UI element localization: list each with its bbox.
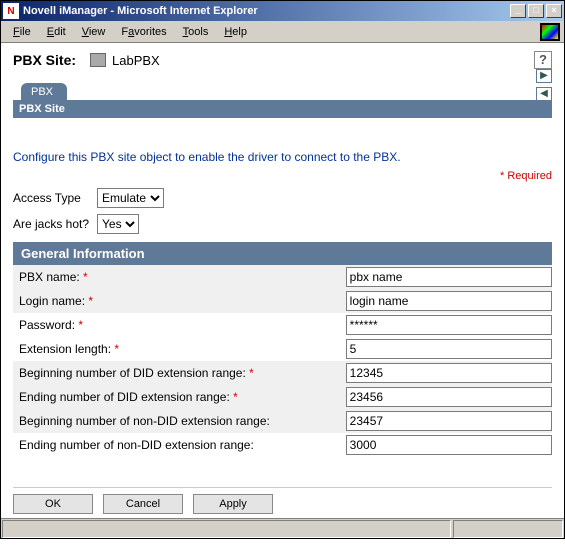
ie-logo-icon: [540, 23, 560, 41]
required-star: *: [249, 366, 254, 380]
maximize-button[interactable]: □: [528, 4, 544, 18]
status-zone: [453, 520, 563, 538]
non-did-begin-input[interactable]: [346, 411, 552, 431]
tab-subheader: PBX Site: [13, 100, 552, 118]
menubar: File Edit View Favorites Tools Help: [1, 21, 564, 43]
extension-length-input[interactable]: [346, 339, 552, 359]
required-star: *: [88, 294, 93, 308]
button-bar: OK Cancel Apply: [13, 487, 552, 514]
pbx-site-icon: [90, 53, 106, 67]
login-name-label: Login name:: [19, 294, 85, 308]
statusbar: [1, 518, 564, 538]
jacks-hot-label: Are jacks hot?: [13, 217, 97, 231]
titlebar: N Novell iManager - Microsoft Internet E…: [1, 1, 564, 21]
access-type-label: Access Type: [13, 191, 97, 205]
pbx-name-label: PBX name:: [19, 270, 80, 284]
jacks-hot-select[interactable]: Yes: [97, 214, 139, 234]
app-window: N Novell iManager - Microsoft Internet E…: [0, 0, 565, 539]
menu-view[interactable]: View: [74, 24, 114, 40]
required-star: *: [233, 390, 238, 404]
pbx-site-label: PBX Site:: [13, 52, 76, 68]
required-star: *: [114, 342, 119, 356]
tab-area: PBX ▶ PBX Site ◀: [13, 83, 552, 118]
menu-favorites[interactable]: Favorites: [113, 24, 174, 40]
tab-nav-left-icon[interactable]: ◀: [536, 87, 552, 101]
login-name-input[interactable]: [346, 291, 552, 311]
extension-length-label: Extension length:: [19, 342, 111, 356]
app-icon: N: [3, 3, 19, 19]
did-end-label: Ending number of DID extension range:: [19, 390, 230, 404]
ok-button[interactable]: OK: [13, 494, 93, 514]
did-end-input[interactable]: [346, 387, 552, 407]
non-did-end-input[interactable]: [346, 435, 552, 455]
menu-edit[interactable]: Edit: [39, 24, 74, 40]
pbx-site-value: LabPBX: [112, 53, 160, 68]
tab-nav-right-icon[interactable]: ▶: [536, 69, 552, 83]
required-star: *: [78, 318, 83, 332]
menu-help[interactable]: Help: [216, 24, 255, 40]
help-icon[interactable]: ?: [534, 51, 552, 69]
non-did-end-label: Ending number of non-DID extension range…: [19, 438, 254, 452]
menu-file[interactable]: File: [5, 24, 39, 40]
page-description: Configure this PBX site object to enable…: [13, 150, 552, 164]
apply-button[interactable]: Apply: [193, 494, 273, 514]
access-type-select[interactable]: Emulate: [97, 188, 164, 208]
content-area: PBX Site: LabPBX ? PBX ▶ PBX Site ◀ Conf…: [1, 43, 564, 518]
tab-pbx[interactable]: PBX: [21, 83, 67, 101]
menu-tools[interactable]: Tools: [175, 24, 217, 40]
site-header: PBX Site: LabPBX ?: [13, 51, 552, 69]
required-legend: * Required: [13, 170, 552, 182]
status-main: [2, 520, 451, 538]
required-star: *: [83, 270, 88, 284]
close-button[interactable]: ×: [546, 4, 562, 18]
did-begin-input[interactable]: [346, 363, 552, 383]
pbx-name-input[interactable]: [346, 267, 552, 287]
window-title: Novell iManager - Microsoft Internet Exp…: [23, 5, 510, 17]
section-general-information: General Information: [13, 242, 552, 265]
cancel-button[interactable]: Cancel: [103, 494, 183, 514]
non-did-begin-label: Beginning number of non-DID extension ra…: [19, 414, 270, 428]
minimize-button[interactable]: _: [510, 4, 526, 18]
fields-table: PBX name: * Login name: * Password: * Ex…: [13, 265, 552, 457]
password-input[interactable]: [346, 315, 552, 335]
password-label: Password:: [19, 318, 75, 332]
did-begin-label: Beginning number of DID extension range:: [19, 366, 246, 380]
